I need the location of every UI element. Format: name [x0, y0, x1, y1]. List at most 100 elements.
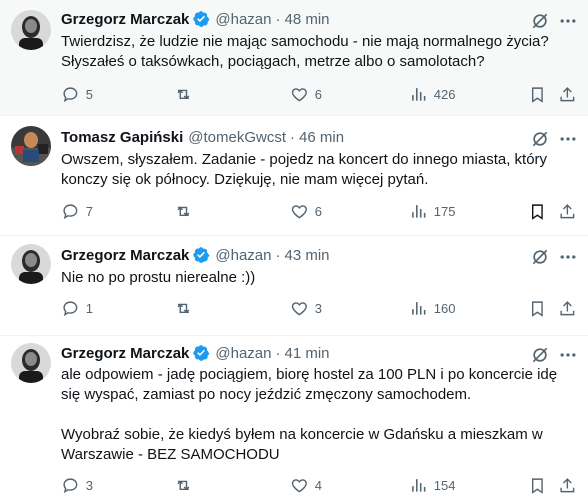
like-button[interactable]: 4	[290, 476, 322, 495]
timestamp[interactable]: 46 min	[299, 129, 344, 146]
grok-icon[interactable]	[530, 247, 550, 267]
retweet-icon	[177, 480, 190, 491]
share-icon	[560, 204, 575, 219]
tweet-header: Grzegorz Marczak @hazan · 41 min	[61, 343, 330, 363]
tweet-header: Grzegorz Marczak @hazan · 48 min	[61, 9, 330, 29]
tweet-actions: 7 6 175	[61, 202, 581, 222]
more-options-icon[interactable]	[558, 247, 578, 267]
retweet-button[interactable]	[174, 202, 199, 221]
view-count: 175	[433, 203, 456, 219]
author-name[interactable]: Grzegorz Marczak	[61, 345, 189, 362]
reply-count: 1	[85, 300, 93, 316]
share-button[interactable]	[558, 85, 577, 104]
avatar[interactable]	[11, 343, 51, 383]
author-handle[interactable]: @hazan	[215, 345, 271, 362]
avatar[interactable]	[11, 126, 51, 166]
tweet-actions: 3 4 154	[61, 476, 581, 496]
views-button[interactable]: 426	[409, 85, 455, 104]
author-name[interactable]: Tomasz Gapiński	[61, 129, 183, 146]
separator-dot: ·	[275, 344, 281, 362]
heart-icon	[291, 88, 307, 102]
bookmark-button[interactable]	[528, 299, 547, 318]
views-button[interactable]: 175	[409, 202, 455, 221]
like-count: 4	[314, 477, 322, 493]
tweet-actions: 5 6 426	[61, 85, 581, 105]
avatar[interactable]	[11, 244, 51, 284]
bookmark-icon	[531, 204, 543, 220]
avatar[interactable]	[11, 10, 51, 50]
like-button[interactable]: 6	[290, 202, 322, 221]
share-button[interactable]	[558, 476, 577, 495]
views-button[interactable]: 160	[409, 299, 455, 318]
view-count: 160	[433, 300, 456, 316]
reply-count: 7	[85, 203, 93, 219]
bookmark-icon	[531, 301, 543, 317]
reply-button[interactable]: 5	[61, 85, 93, 104]
timestamp[interactable]: 41 min	[285, 345, 330, 362]
reply-icon	[63, 204, 78, 220]
heart-icon	[291, 205, 307, 219]
heart-icon	[291, 479, 307, 493]
verified-badge-icon	[192, 344, 210, 362]
reply-icon	[63, 301, 78, 317]
author-handle[interactable]: @tomekGwcst	[188, 129, 286, 146]
grok-icon[interactable]	[530, 11, 550, 31]
more-options-icon[interactable]	[558, 129, 578, 149]
author-name[interactable]: Grzegorz Marczak	[61, 11, 189, 28]
share-button[interactable]	[558, 202, 577, 221]
tweet[interactable]: Grzegorz Marczak @hazan · 41 min ale odp…	[0, 336, 588, 498]
separator-dot: ·	[275, 246, 281, 264]
views-button[interactable]: 154	[409, 476, 455, 495]
like-count: 3	[314, 300, 322, 316]
share-icon	[560, 301, 575, 316]
tweet-header: Grzegorz Marczak @hazan · 43 min	[61, 245, 330, 265]
share-button[interactable]	[558, 299, 577, 318]
view-count: 426	[433, 86, 456, 102]
tweet-text: Twierdzisz, że ludzie nie mając samochod…	[61, 33, 549, 70]
retweet-button[interactable]	[174, 476, 199, 495]
reply-icon	[63, 87, 78, 103]
retweet-button[interactable]	[174, 299, 199, 318]
tweet-text: ale odpowiem - jadę pociągiem, biorę hos…	[61, 366, 558, 463]
tweet[interactable]: Tomasz Gapiński @tomekGwcst · 46 min Ows…	[0, 116, 588, 236]
analytics-icon	[412, 302, 426, 315]
more-options-icon[interactable]	[558, 11, 578, 31]
timestamp[interactable]: 48 min	[285, 11, 330, 28]
share-icon	[560, 478, 575, 493]
tweet[interactable]: Grzegorz Marczak @hazan · 43 min Nie no …	[0, 236, 588, 336]
author-name[interactable]: Grzegorz Marczak	[61, 247, 189, 264]
bookmark-button[interactable]	[528, 476, 547, 495]
author-handle[interactable]: @hazan	[215, 247, 271, 264]
like-button[interactable]: 3	[290, 299, 322, 318]
bookmark-icon	[531, 87, 543, 103]
reply-count: 3	[85, 477, 93, 493]
verified-badge-icon	[192, 10, 210, 28]
author-handle[interactable]: @hazan	[215, 11, 271, 28]
retweet-icon	[177, 89, 190, 100]
grok-icon[interactable]	[530, 345, 550, 365]
tweet-text: Nie no po prostu nierealne :))	[61, 269, 256, 286]
grok-icon[interactable]	[530, 129, 550, 149]
bookmark-button[interactable]	[528, 85, 547, 104]
reply-button[interactable]: 7	[61, 202, 93, 221]
like-count: 6	[314, 86, 322, 102]
tweet-actions: 1 3 160	[61, 299, 581, 319]
reply-count: 5	[85, 86, 93, 102]
retweet-button[interactable]	[174, 85, 199, 104]
view-count: 154	[433, 477, 456, 493]
more-options-icon[interactable]	[558, 345, 578, 365]
analytics-icon	[412, 479, 426, 492]
bookmark-button[interactable]	[528, 202, 547, 221]
reply-button[interactable]: 3	[61, 476, 93, 495]
bookmark-icon	[531, 478, 543, 494]
like-button[interactable]: 6	[290, 85, 322, 104]
tweet-header: Tomasz Gapiński @tomekGwcst · 46 min	[61, 127, 344, 147]
tweet[interactable]: Grzegorz Marczak @hazan · 48 min Twierdz…	[0, 0, 588, 116]
tweet-text: Owszem, słyszałem. Zadanie - pojedz na k…	[61, 151, 548, 188]
analytics-icon	[412, 205, 426, 218]
reply-button[interactable]: 1	[61, 299, 93, 318]
timestamp[interactable]: 43 min	[285, 247, 330, 264]
like-count: 6	[314, 203, 322, 219]
reply-icon	[63, 478, 78, 494]
separator-dot: ·	[290, 128, 296, 146]
